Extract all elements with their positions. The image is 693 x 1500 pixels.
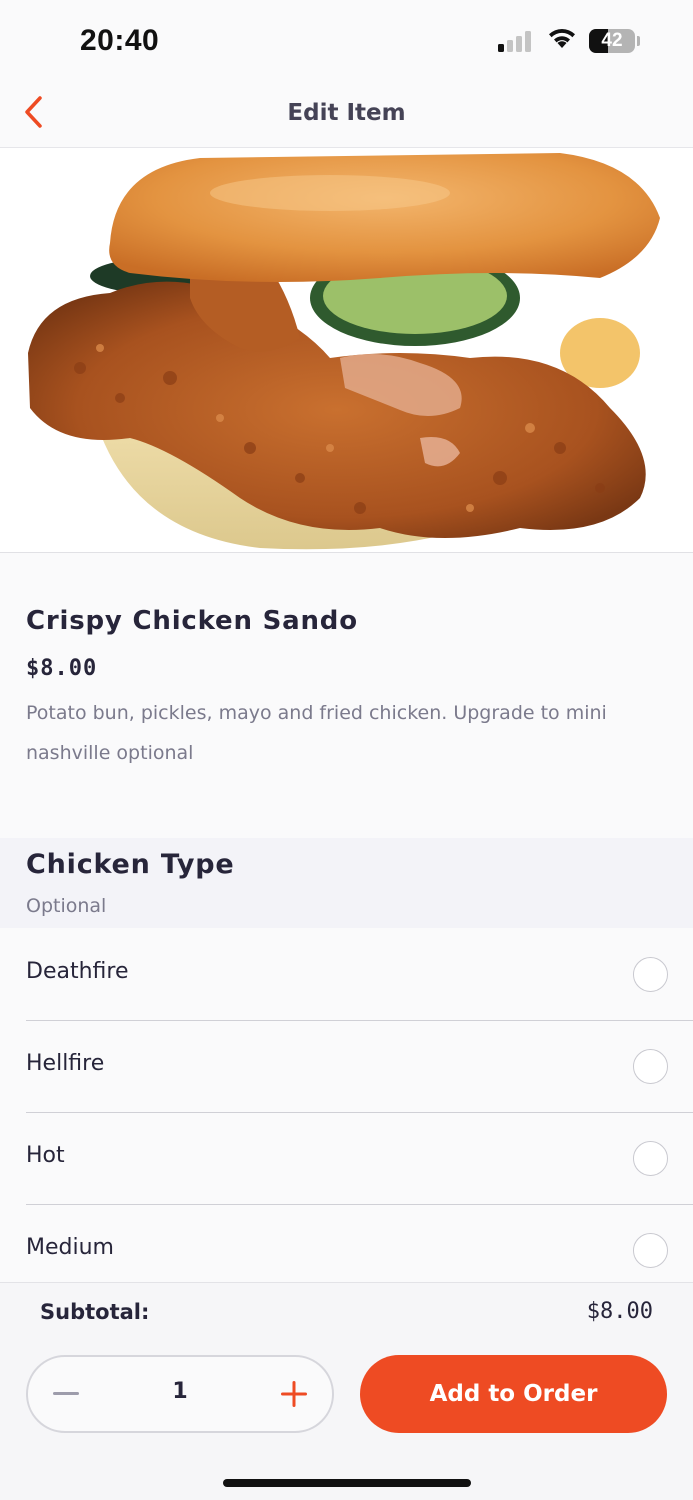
battery-tip [637, 36, 640, 46]
nav-bar: Edit Item [0, 80, 693, 148]
subtotal-label: Subtotal: [40, 1300, 150, 1324]
order-footer: Subtotal: $8.00 1 Add to Order [0, 1282, 693, 1500]
item-price: $8.00 [26, 656, 98, 681]
item-image [0, 148, 693, 553]
modifier-section-header: Chicken Type Optional [0, 838, 693, 928]
quantity-stepper: 1 [26, 1355, 334, 1433]
option-hot[interactable]: Hot [0, 1113, 693, 1205]
status-bar: 20:40 42 [0, 0, 693, 80]
increment-button[interactable] [274, 1373, 314, 1415]
item-name: Crispy Chicken Sando [26, 606, 358, 636]
option-label: Hot [26, 1143, 65, 1168]
radio-button[interactable] [633, 1141, 668, 1176]
plus-icon [281, 1381, 307, 1407]
section-title: Chicken Type [26, 849, 235, 880]
section-subtitle: Optional [26, 895, 107, 917]
wifi-icon [549, 28, 575, 48]
home-indicator [223, 1479, 471, 1487]
battery-icon: 42 [589, 29, 635, 53]
radio-button[interactable] [633, 1049, 668, 1084]
status-time: 20:40 [80, 24, 160, 57]
option-deathfire[interactable]: Deathfire [0, 929, 693, 1021]
page-title: Edit Item [287, 100, 406, 126]
option-label: Medium [26, 1235, 114, 1260]
battery-level-text: 42 [601, 30, 623, 51]
cellular-signal-icon [498, 31, 531, 52]
option-list: Deathfire Hellfire Hot Medium [0, 929, 693, 1297]
option-label: Hellfire [26, 1051, 105, 1076]
option-hellfire[interactable]: Hellfire [0, 1021, 693, 1113]
add-to-order-button[interactable]: Add to Order [360, 1355, 667, 1433]
item-description: Potato bun, pickles, mayo and fried chic… [26, 702, 607, 764]
sandwich-image [28, 153, 660, 550]
subtotal-value: $8.00 [586, 1299, 653, 1324]
radio-button[interactable] [633, 1233, 668, 1268]
radio-button[interactable] [633, 957, 668, 992]
option-label: Deathfire [26, 959, 129, 984]
